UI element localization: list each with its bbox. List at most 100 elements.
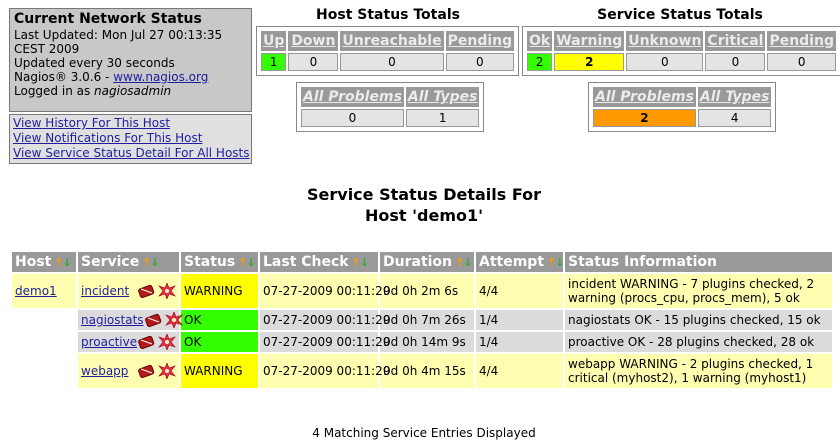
service-cell: incident	[78, 274, 179, 308]
service-warning-header[interactable]: Warning	[554, 31, 625, 51]
sort-ascending-icon[interactable]: ↑	[352, 256, 361, 269]
status-badge: WARNING	[181, 354, 258, 388]
service-link[interactable]: incident	[81, 284, 129, 298]
column-attempt: Attempt ↑↓	[476, 252, 564, 272]
status-info-box: Current Network Status Last Updated: Mon…	[9, 8, 252, 112]
status-badge: OK	[181, 332, 258, 352]
host-up-header[interactable]: Up	[261, 31, 287, 51]
table-row: webapp WARNING 07-27-2009 00:11:29 0d 0h…	[12, 354, 832, 388]
service-all-types-header[interactable]: All Types	[697, 87, 772, 107]
ruby-bundle-icon[interactable]	[137, 283, 157, 299]
service-ok-header[interactable]: Ok	[527, 31, 553, 51]
sort-ascending-icon[interactable]: ↑	[455, 256, 464, 269]
service-problems-table: All Problems All Types 2 4	[588, 82, 777, 132]
column-last-check-label: Last Check	[263, 254, 349, 270]
page-title: Service Status Details For Host 'demo1'	[0, 184, 840, 226]
column-attempt-label: Attempt	[479, 254, 545, 270]
host-all-problems-count: 0	[301, 109, 404, 127]
update-interval: Updated every 30 seconds	[14, 56, 175, 70]
matching-entries-footer: 4 Matching Service Entries Displayed	[312, 426, 536, 440]
service-pending-count: 0	[767, 53, 836, 71]
host-totals-title: Host Status Totals	[316, 7, 460, 23]
service-status-table: Host ↑↓ Service ↑↓ Status ↑↓ Last Check ↑↓ D…	[10, 250, 834, 390]
service-cell: webapp	[78, 354, 179, 388]
host-cell	[12, 354, 76, 388]
host-down-count: 0	[288, 53, 339, 71]
service-link[interactable]: webapp	[81, 364, 128, 378]
column-duration: Duration ↑↓	[380, 252, 474, 272]
service-link[interactable]: nagiostats	[81, 313, 144, 327]
status-information-cell: incident WARNING - 7 plugins checked, 2 …	[565, 274, 832, 308]
host-all-types-header[interactable]: All Types	[405, 87, 480, 107]
service-all-problems-header[interactable]: All Problems	[593, 87, 696, 107]
host-unreachable-count: 0	[340, 53, 444, 71]
column-host-label: Host	[15, 254, 52, 270]
service-totals-title: Service Status Totals	[597, 7, 763, 23]
host-pending-header[interactable]: Pending	[445, 31, 515, 51]
host-totals-table: Up Down Unreachable Pending 1 0 0 0	[256, 26, 520, 76]
view-history-link[interactable]: View History For This Host	[13, 116, 248, 131]
column-last-check: Last Check ↑↓	[260, 252, 378, 272]
host-up-count: 1	[261, 53, 287, 71]
attempt-cell: 1/4	[476, 332, 563, 352]
service-link[interactable]: proactive	[81, 335, 137, 349]
sort-descending-icon[interactable]: ↓	[246, 256, 255, 269]
logged-in-line: Logged in as nagiosadmin	[14, 84, 247, 98]
host-all-types-count: 1	[405, 109, 480, 127]
host-cell	[12, 332, 76, 352]
host-all-problems-header[interactable]: All Problems	[301, 87, 404, 107]
host-unreachable-header[interactable]: Unreachable	[340, 31, 444, 51]
service-ok-count: 2	[527, 53, 553, 71]
column-status: Status ↑↓	[181, 252, 258, 272]
table-row: nagiostats OK 07-27-2009 00:11:29 0d 0h …	[12, 310, 832, 330]
ruby-bundle-icon[interactable]	[144, 312, 164, 328]
attempt-cell: 1/4	[476, 310, 563, 330]
attempt-cell: 4/4	[476, 274, 563, 308]
status-information-cell: webapp WARNING - 2 plugins checked, 1 cr…	[565, 354, 832, 388]
attempt-cell: 4/4	[476, 354, 563, 388]
service-warning-count: 2	[554, 53, 625, 71]
duration-cell: 0d 0h 14m 9s	[380, 332, 474, 352]
splat-icon[interactable]	[158, 363, 176, 379]
version-line: Nagios® 3.0.6 - www.nagios.org	[14, 70, 247, 84]
splat-icon[interactable]	[164, 312, 183, 328]
service-critical-header[interactable]: Critical	[705, 31, 766, 51]
timezone: CEST 2009	[14, 42, 80, 56]
table-row: demo1 incident WARNING 07-27-2009 00:11:…	[12, 274, 832, 308]
host-links-box: View History For This Host View Notifica…	[9, 114, 252, 164]
status-badge: OK	[181, 310, 258, 330]
splat-icon[interactable]	[158, 283, 176, 299]
service-all-problems-count: 2	[593, 109, 696, 127]
last-check-cell: 07-27-2009 00:11:29	[260, 274, 390, 308]
splat-icon[interactable]	[158, 334, 176, 350]
host-down-header[interactable]: Down	[288, 31, 339, 51]
page-title-line1: Service Status Details For	[307, 185, 541, 204]
host-pending-count: 0	[445, 53, 515, 71]
service-unknown-header[interactable]: Unknown	[626, 31, 704, 51]
view-notifications-link[interactable]: View Notifications For This Host	[13, 131, 248, 146]
sort-descending-icon[interactable]: ↓	[150, 256, 159, 269]
service-cell: nagiostats	[78, 310, 183, 330]
column-duration-label: Duration	[383, 254, 453, 270]
duration-cell: 0d 0h 2m 6s	[380, 274, 474, 308]
sort-descending-icon[interactable]: ↓	[555, 256, 564, 269]
host-problems-table: All Problems All Types 0 1	[296, 82, 485, 132]
host-cell: demo1	[12, 274, 76, 308]
username: nagiosadmin	[94, 84, 172, 98]
host-link[interactable]: demo1	[15, 284, 57, 298]
sort-descending-icon[interactable]: ↓	[360, 256, 369, 269]
duration-cell: 0d 0h 4m 15s	[380, 354, 474, 388]
last-check-cell: 07-27-2009 00:11:29	[260, 310, 390, 330]
view-service-detail-link[interactable]: View Service Status Detail For All Hosts	[13, 146, 250, 161]
sort-ascending-icon[interactable]: ↑	[54, 256, 63, 269]
ruby-bundle-icon[interactable]	[137, 363, 157, 379]
service-pending-header[interactable]: Pending	[767, 31, 836, 51]
ruby-bundle-icon[interactable]	[137, 334, 157, 350]
last-check-cell: 07-27-2009 00:11:29	[260, 354, 390, 388]
last-updated: Last Updated: Mon Jul 27 00:13:35	[14, 28, 223, 42]
nagios-website-link[interactable]: www.nagios.org	[113, 70, 208, 84]
status-information-cell: nagiostats OK - 15 plugins checked, 15 o…	[565, 310, 832, 330]
status-information-cell: proactive OK - 28 plugins checked, 28 ok	[565, 332, 832, 352]
sort-descending-icon[interactable]: ↓	[63, 256, 72, 269]
sort-descending-icon[interactable]: ↓	[463, 256, 472, 269]
